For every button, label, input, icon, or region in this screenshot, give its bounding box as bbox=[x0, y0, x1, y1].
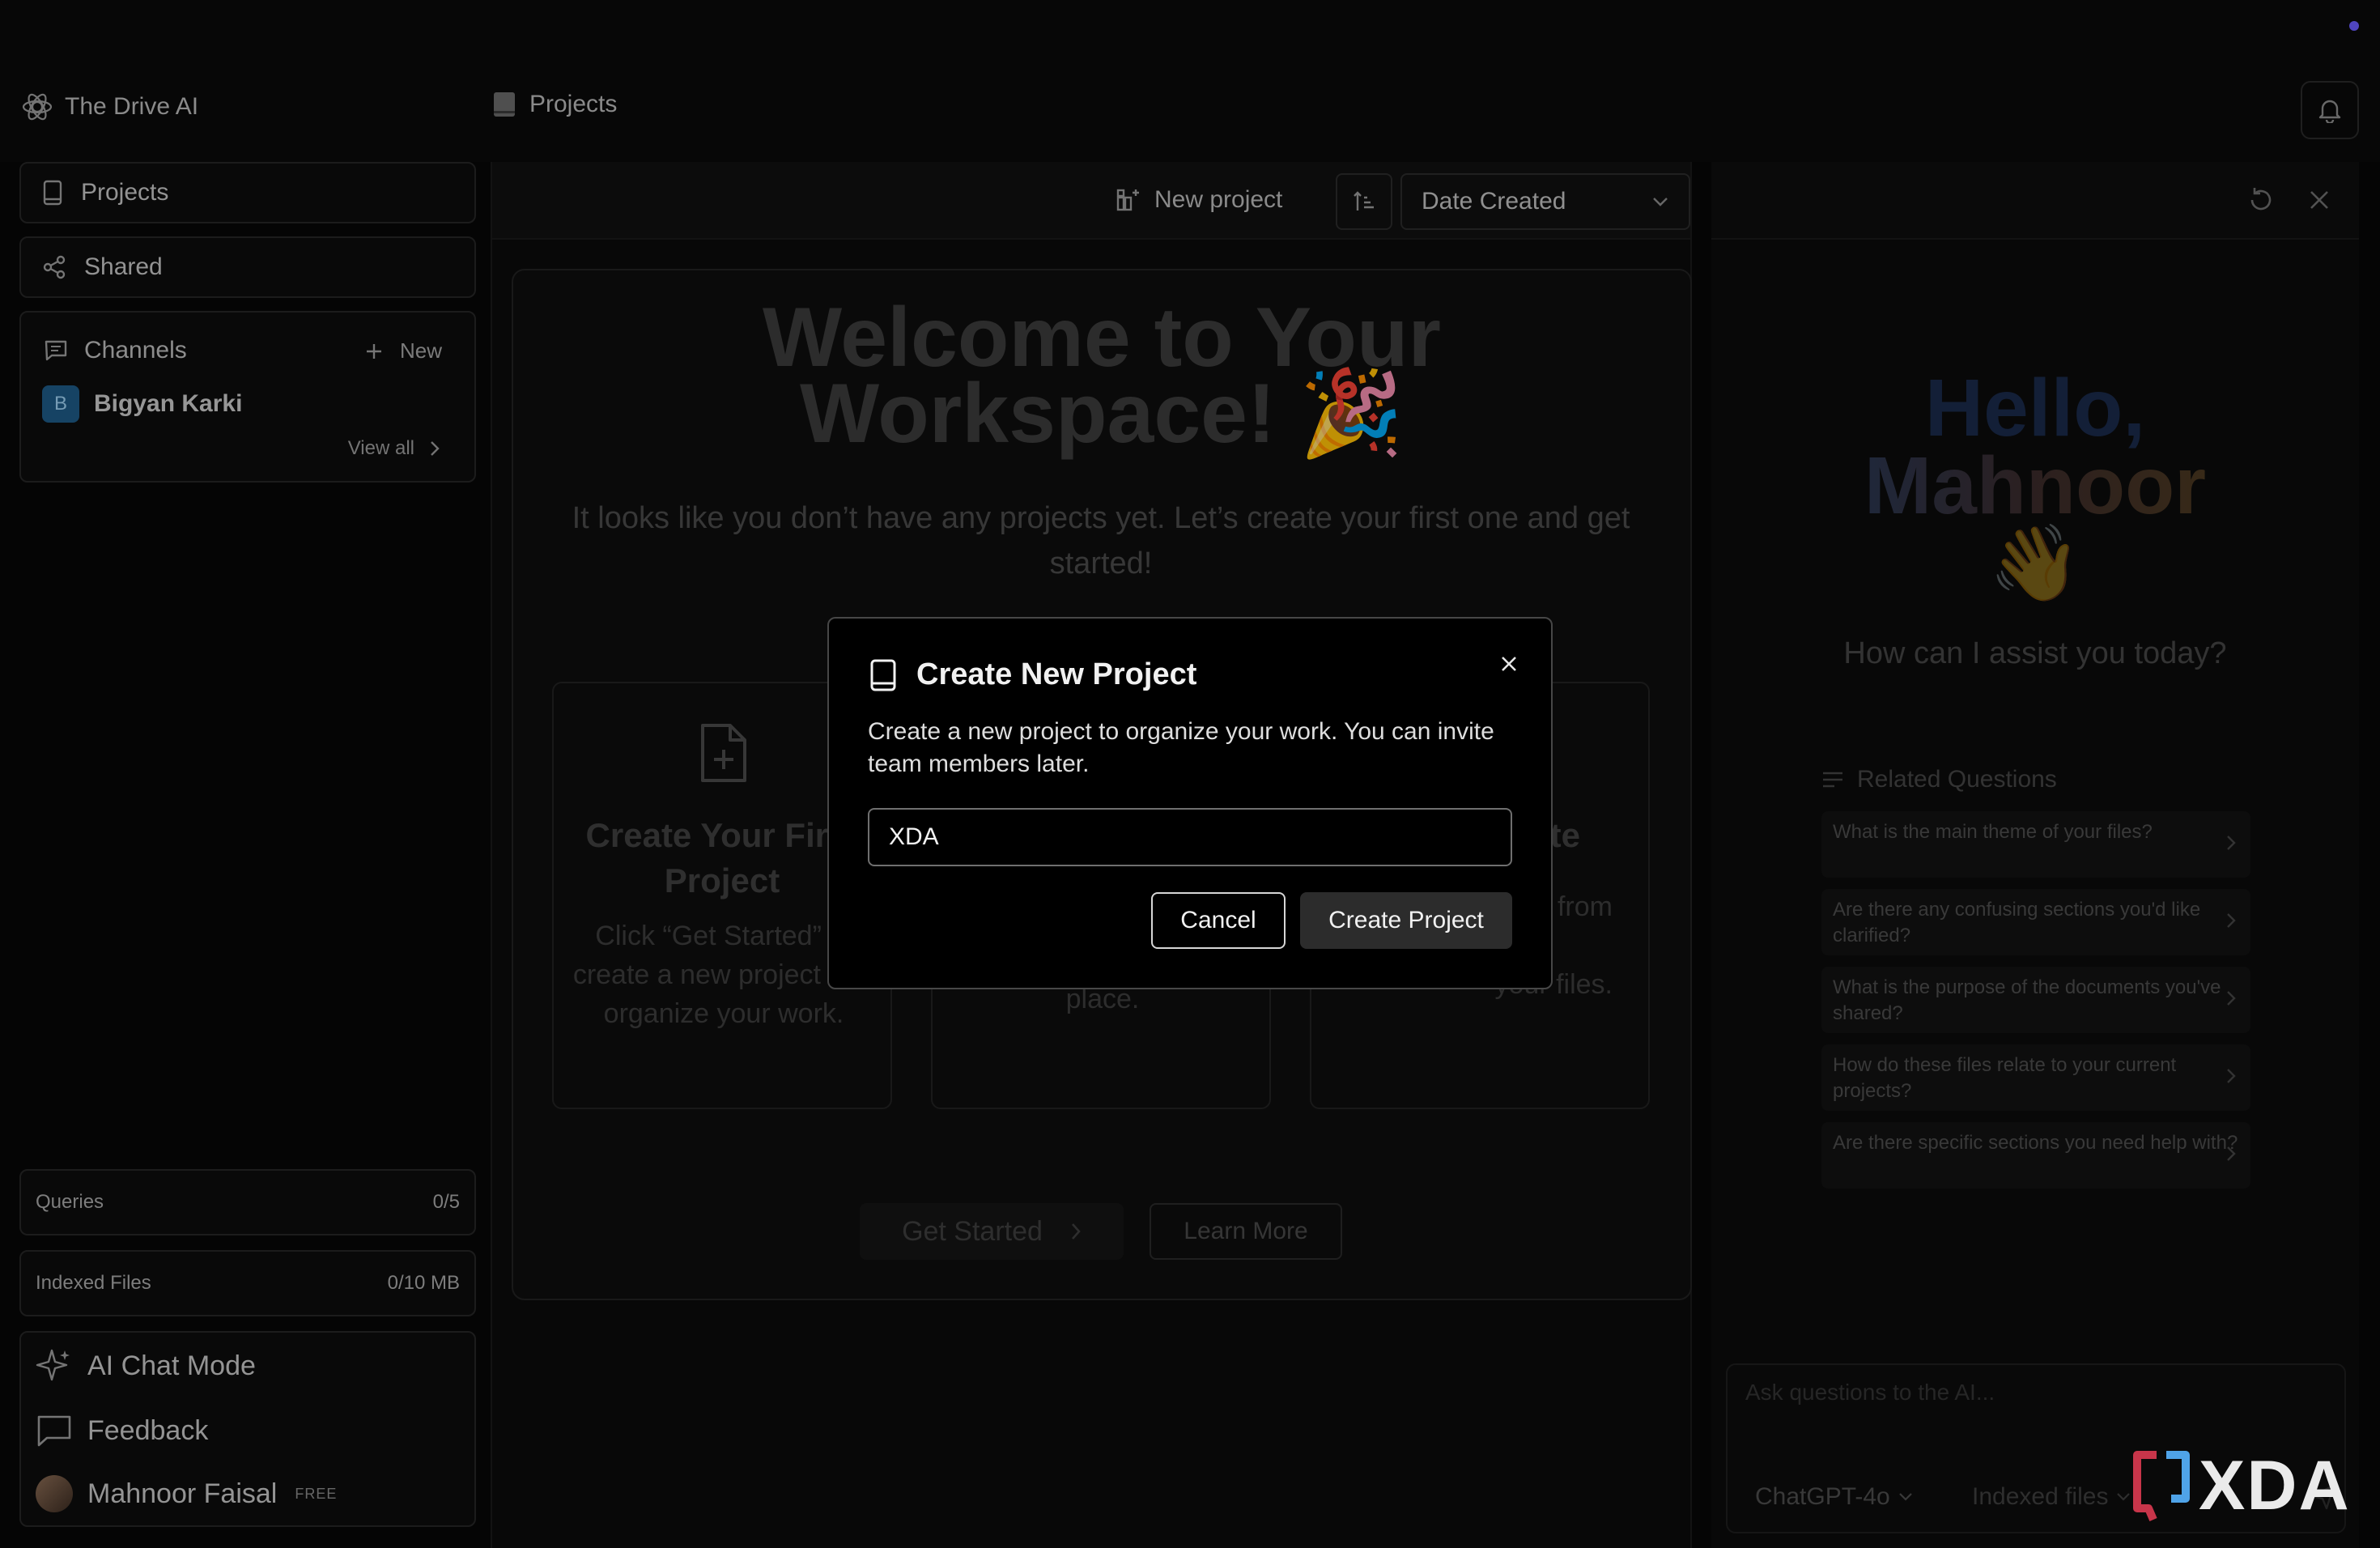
modal-header: Create New Project bbox=[869, 657, 1196, 692]
create-project-modal: Create New Project Create a new project … bbox=[827, 617, 1553, 989]
book-outline-icon bbox=[869, 658, 897, 692]
create-project-button[interactable]: Create Project bbox=[1300, 892, 1512, 949]
xda-watermark: XDA bbox=[2129, 1446, 2351, 1526]
modal-title: Create New Project bbox=[916, 657, 1197, 691]
modal-description: Create a new project to organize your wo… bbox=[868, 718, 1494, 777]
xda-bracket-logo-icon bbox=[2129, 1450, 2194, 1523]
modal-close-button[interactable] bbox=[1493, 648, 1525, 680]
xda-watermark-text: XDA bbox=[2199, 1447, 2351, 1525]
close-icon bbox=[1500, 655, 1518, 673]
project-name-input[interactable] bbox=[868, 808, 1512, 866]
cancel-button[interactable]: Cancel bbox=[1151, 892, 1286, 949]
